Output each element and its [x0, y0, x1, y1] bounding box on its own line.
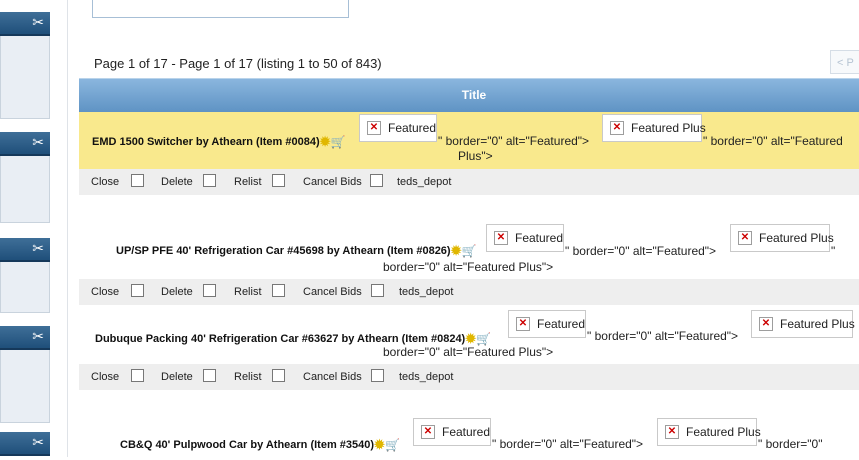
- sidebar-panel: ✂: [0, 326, 50, 423]
- cart-icon: 🛒: [476, 332, 492, 346]
- featured-plus-image: ✕ Featured Plus: [751, 310, 855, 338]
- listing-actions: Close Delete Relist Cancel Bids teds_dep…: [79, 279, 859, 305]
- cancel-bids-checkbox[interactable]: [371, 284, 384, 297]
- listing-row: Dubuque Packing 40' Refrigeration Car #6…: [79, 305, 859, 363]
- cancel-bids-label: Cancel Bids: [303, 286, 362, 298]
- cancel-bids-label: Cancel Bids: [303, 176, 362, 188]
- sidebar-panel-header[interactable]: ✂: [0, 238, 50, 262]
- raw-markup-text: ": [831, 244, 836, 258]
- top-input-box[interactable]: [92, 0, 349, 18]
- featured-image: ✕ Featured: [359, 114, 437, 142]
- wrench-screwdriver-icon[interactable]: ✂: [32, 328, 44, 344]
- relist-checkbox[interactable]: [272, 174, 285, 187]
- sidebar-panel-header[interactable]: ✂: [0, 432, 50, 456]
- delete-checkbox[interactable]: [203, 284, 216, 297]
- broken-image-icon: ✕: [421, 425, 435, 439]
- broken-image-icon: ✕: [738, 231, 752, 245]
- listing-row: EMD 1500 Switcher by Athearn (Item #0084…: [79, 112, 859, 170]
- cancel-bids-checkbox[interactable]: [371, 369, 384, 382]
- raw-markup-text: border="0" alt="Featured Plus">: [383, 345, 554, 359]
- sidebar-panel-body: [0, 350, 50, 423]
- cart-icon: 🛒: [330, 135, 346, 149]
- listing-title[interactable]: UP/SP PFE 40' Refrigeration Car #45698 b…: [116, 245, 451, 257]
- sidebar-panel-body: [0, 36, 50, 119]
- broken-image-icon: ✕: [494, 231, 508, 245]
- prev-page-button[interactable]: < P: [830, 50, 859, 74]
- sidebar-panel-header[interactable]: ✂: [0, 132, 50, 156]
- listing-actions: Close Delete Relist Cancel Bids teds_dep…: [79, 364, 859, 390]
- close-label: Close: [91, 176, 120, 188]
- close-label: Close: [91, 371, 120, 383]
- delete-label: Delete: [161, 371, 193, 383]
- sidebar-panel-body: [0, 262, 50, 313]
- raw-markup-text: Plus">: [458, 149, 493, 163]
- sun-icon: ✹: [319, 134, 331, 149]
- listings-table: Title EMD 1500 Switcher by Athearn (Item…: [79, 78, 859, 452]
- close-checkbox[interactable]: [131, 284, 144, 297]
- cart-icon: 🛒: [461, 244, 477, 258]
- listing-row: CB&Q 40' Pulpwood Car by Athearn (Item #…: [79, 390, 859, 460]
- featured-plus-image: ✕ Featured Plus: [657, 418, 761, 446]
- raw-markup-text: " border="0": [758, 437, 823, 451]
- sidebar-panel: ✂: [0, 238, 50, 313]
- relist-label: Relist: [234, 371, 262, 383]
- sidebar-panel: ✂: [0, 12, 50, 119]
- listing-title[interactable]: EMD 1500 Switcher by Athearn (Item #0084…: [92, 136, 320, 148]
- sidebar: ✂ ✂ ✂ ✂ ✂: [0, 0, 68, 457]
- relist-checkbox[interactable]: [272, 284, 285, 297]
- raw-markup-text: " border="0" alt="Featured">: [438, 134, 590, 148]
- listing-row: UP/SP PFE 40' Refrigeration Car #45698 b…: [79, 195, 859, 279]
- close-checkbox[interactable]: [131, 369, 144, 382]
- listing-title[interactable]: CB&Q 40' Pulpwood Car by Athearn (Item #…: [120, 439, 374, 451]
- listing-actions: Close Delete Relist Cancel Bids teds_dep…: [79, 169, 859, 195]
- featured-plus-image: ✕ Featured Plus: [730, 224, 834, 252]
- broken-image-icon: ✕: [367, 121, 381, 135]
- broken-image-icon: ✕: [610, 121, 624, 135]
- delete-label: Delete: [161, 176, 193, 188]
- seller-name[interactable]: teds_depot: [397, 176, 451, 188]
- broken-image-icon: ✕: [665, 425, 679, 439]
- raw-markup-text: " border="0" alt="Featured: [703, 134, 843, 148]
- sidebar-panel-header[interactable]: ✂: [0, 326, 50, 350]
- cancel-bids-label: Cancel Bids: [303, 371, 362, 383]
- sidebar-panel: ✂: [0, 432, 50, 456]
- delete-checkbox[interactable]: [203, 174, 216, 187]
- broken-image-icon: ✕: [759, 317, 773, 331]
- raw-markup-text: " border="0" alt="Featured">: [492, 437, 644, 451]
- wrench-screwdriver-icon[interactable]: ✂: [32, 240, 44, 256]
- sun-icon: ✹: [374, 437, 385, 452]
- relist-checkbox[interactable]: [272, 369, 285, 382]
- delete-checkbox[interactable]: [203, 369, 216, 382]
- sidebar-panel-body: [0, 156, 50, 223]
- cancel-bids-checkbox[interactable]: [370, 174, 383, 187]
- pagination-info: Page 1 of 17 - Page 1 of 17 (listing 1 t…: [94, 56, 382, 71]
- raw-markup-text: " border="0" alt="Featured">: [587, 329, 739, 343]
- delete-label: Delete: [161, 286, 193, 298]
- sidebar-panel-header[interactable]: ✂: [0, 12, 50, 36]
- featured-image: ✕ Featured: [508, 310, 586, 338]
- listing-title[interactable]: Dubuque Packing 40' Refrigeration Car #6…: [95, 333, 465, 345]
- sidebar-panel: ✂: [0, 132, 50, 223]
- featured-image: ✕ Featured: [486, 224, 564, 252]
- raw-markup-text: " border="0" alt="Featured">: [565, 244, 717, 258]
- broken-image-icon: ✕: [516, 317, 530, 331]
- wrench-screwdriver-icon[interactable]: ✂: [32, 434, 44, 450]
- column-header-title[interactable]: Title: [79, 78, 859, 112]
- featured-image: ✕ Featured: [413, 418, 491, 446]
- seller-name[interactable]: teds_depot: [399, 371, 453, 383]
- featured-plus-image: ✕ Featured Plus: [602, 114, 706, 142]
- raw-markup-text: border="0" alt="Featured Plus">: [383, 260, 554, 274]
- close-label: Close: [91, 286, 120, 298]
- wrench-screwdriver-icon[interactable]: ✂: [32, 134, 44, 150]
- seller-name[interactable]: teds_depot: [399, 286, 453, 298]
- relist-label: Relist: [234, 176, 262, 188]
- wrench-screwdriver-icon[interactable]: ✂: [32, 14, 44, 30]
- cart-icon: 🛒: [384, 438, 400, 452]
- relist-label: Relist: [234, 286, 262, 298]
- close-checkbox[interactable]: [131, 174, 144, 187]
- sun-icon: ✹: [450, 243, 462, 258]
